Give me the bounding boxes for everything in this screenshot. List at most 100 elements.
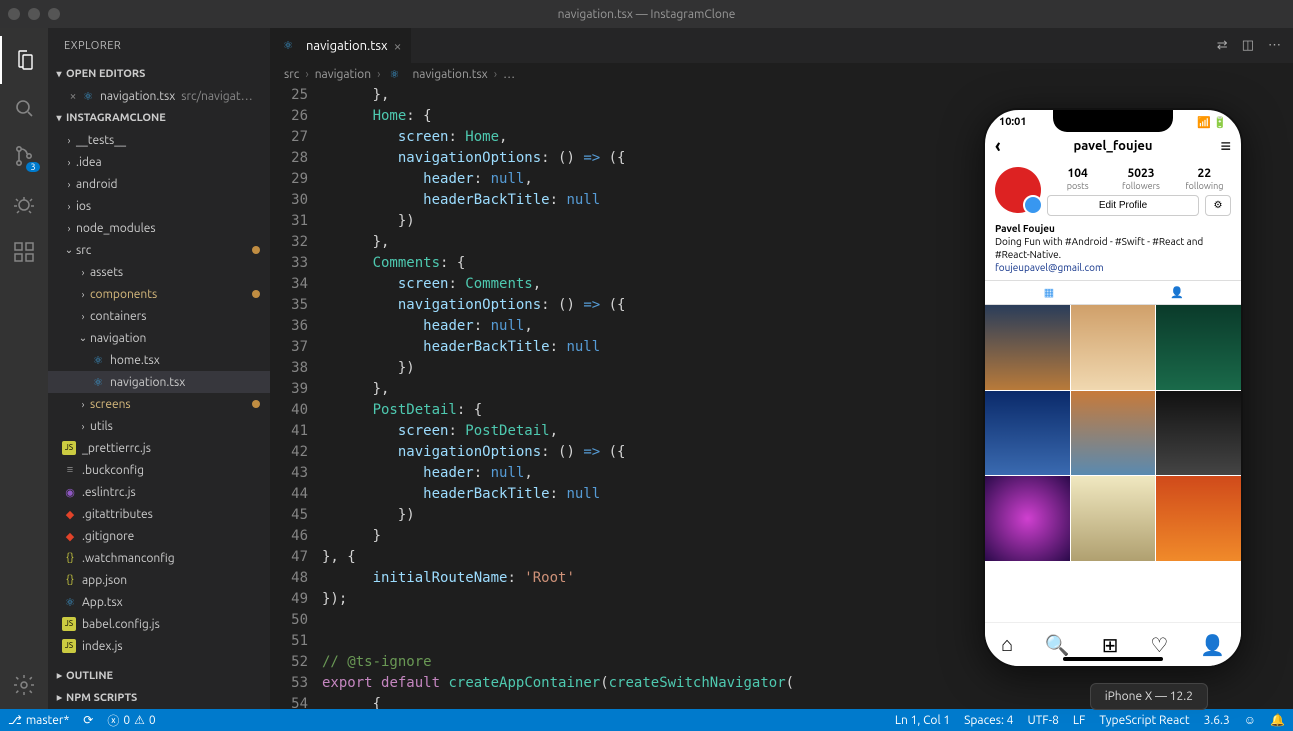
grid-photo[interactable] [985, 476, 1070, 561]
folder-containers[interactable]: ›containers [48, 305, 270, 327]
file-eslintrc[interactable]: ◉.eslintrc.js [48, 481, 270, 503]
file-gitignore[interactable]: ◆.gitignore [48, 525, 270, 547]
folder-assets[interactable]: ›assets [48, 261, 270, 283]
phone-notch [1053, 110, 1173, 132]
line-number-gutter: 2526272829303132333435363738394041424344… [270, 85, 322, 709]
device-label: iPhone X — 12.2 [1090, 683, 1208, 710]
status-sync[interactable]: ⟳ [83, 713, 93, 727]
grid-photo[interactable] [1071, 476, 1156, 561]
device-simulator: 10:01 📶 🔋 ‹ pavel_foujeu ≡ 104posts 5023… [983, 108, 1243, 668]
folder-utils[interactable]: ›utils [48, 415, 270, 437]
explorer-sidebar: EXPLORER ▾OPEN EDITORS × ⚛ navigation.ts… [48, 28, 270, 709]
folder-idea[interactable]: ›.idea [48, 151, 270, 173]
folder-screens[interactable]: ›screens [48, 393, 270, 415]
status-problems[interactable]: ⓧ 0 ⚠ 0 [107, 712, 155, 729]
settings-gear-icon[interactable]: ⚙ [1205, 195, 1231, 216]
folder-node-modules[interactable]: ›node_modules [48, 217, 270, 239]
breadcrumbs[interactable]: src› navigation› ⚛ navigation.tsx› … [270, 63, 1293, 85]
status-branch[interactable]: ⎇ master* [8, 713, 69, 727]
status-indentation[interactable]: Spaces: 4 [964, 714, 1013, 727]
modified-indicator-icon [252, 290, 260, 298]
file-prettierrc[interactable]: JS_prettierrc.js [48, 437, 270, 459]
status-feedback-icon[interactable]: ☺ [1244, 713, 1256, 727]
activity-scm-icon[interactable]: 3 [0, 132, 48, 180]
nav-heart-icon[interactable]: ♡ [1150, 633, 1168, 657]
grid-photo[interactable] [1071, 391, 1156, 476]
window-title: navigation.tsx — InstagramClone [0, 8, 1293, 21]
grid-photo[interactable] [1156, 391, 1241, 476]
folder-tests[interactable]: ›__tests__ [48, 129, 270, 151]
file-buckconfig[interactable]: ≡.buckconfig [48, 459, 270, 481]
activity-search-icon[interactable] [0, 84, 48, 132]
file-index-js[interactable]: JSindex.js [48, 635, 270, 657]
sidebar-title: EXPLORER [48, 28, 270, 63]
folder-ios[interactable]: ›ios [48, 195, 270, 217]
modified-indicator-icon [252, 400, 260, 408]
status-language[interactable]: TypeScript React [1099, 714, 1189, 727]
status-cursor-position[interactable]: Ln 1, Col 1 [895, 714, 950, 727]
outline-header[interactable]: ▾OUTLINE [48, 665, 270, 687]
grid-photo[interactable] [1156, 305, 1241, 390]
editor-area: ⚛ navigation.tsx × ⇄ ◫ ⋯ src› navigation… [270, 28, 1293, 709]
back-icon[interactable]: ‹ [995, 136, 1001, 156]
folder-components[interactable]: ›components [48, 283, 270, 305]
file-gitattributes[interactable]: ◆.gitattributes [48, 503, 270, 525]
file-navigation-tsx[interactable]: ⚛navigation.tsx [48, 371, 270, 393]
grid-photo[interactable] [985, 391, 1070, 476]
tab-close-icon[interactable]: × [394, 38, 402, 54]
window-close-dot[interactable] [8, 8, 20, 20]
file-app-tsx[interactable]: ⚛App.tsx [48, 591, 270, 613]
activity-bar: 3 [0, 28, 48, 709]
window-minimize-dot[interactable] [28, 8, 40, 20]
nav-search-icon[interactable]: 🔍 [1045, 633, 1070, 657]
nav-profile-icon[interactable]: 👤 [1200, 633, 1225, 657]
nav-add-icon[interactable]: ⊞ [1102, 633, 1119, 657]
open-editor-item[interactable]: × ⚛ navigation.tsx src/navigat… [48, 85, 270, 107]
react-file-icon: ⚛ [280, 39, 296, 52]
file-app-json[interactable]: {}app.json [48, 569, 270, 591]
menu-icon[interactable]: ≡ [1220, 136, 1231, 157]
activity-debug-icon[interactable] [0, 180, 48, 228]
tagged-tab-icon[interactable]: 👤 [1113, 281, 1241, 304]
activity-settings-icon[interactable] [0, 661, 48, 709]
profile-email-link[interactable]: foujeupavel@gmail.com [995, 262, 1104, 273]
profile-username: pavel_foujeu [1073, 139, 1152, 153]
compare-changes-icon[interactable]: ⇄ [1217, 38, 1228, 53]
edit-profile-button[interactable]: Edit Profile [1047, 195, 1199, 216]
file-tree: ›__tests__ ›.idea ›android ›ios ›node_mo… [48, 129, 270, 665]
home-indicator [1063, 657, 1163, 661]
split-editor-icon[interactable]: ◫ [1242, 38, 1254, 53]
window-maximize-dot[interactable] [48, 8, 60, 20]
grid-photo[interactable] [1156, 476, 1241, 561]
npm-scripts-header[interactable]: ▾NPM SCRIPTS [48, 687, 270, 709]
activity-explorer-icon[interactable] [0, 36, 48, 84]
photo-grid [985, 305, 1241, 561]
project-header[interactable]: ▾INSTAGRAMCLONE [48, 107, 270, 129]
folder-src[interactable]: ⌄src [48, 239, 270, 261]
grid-photo[interactable] [985, 305, 1070, 390]
grid-tab-icon[interactable]: ▦ [985, 281, 1113, 304]
phone-header: ‹ pavel_foujeu ≡ [985, 131, 1241, 161]
modified-indicator-icon [252, 246, 260, 254]
more-actions-icon[interactable]: ⋯ [1268, 38, 1281, 53]
folder-android[interactable]: ›android [48, 173, 270, 195]
status-ts-version[interactable]: 3.6.3 [1204, 714, 1230, 727]
grid-photo[interactable] [1071, 305, 1156, 390]
open-editors-header[interactable]: ▾OPEN EDITORS [48, 63, 270, 85]
profile-bio: Pavel Foujeu Doing Fun with #Android - #… [985, 222, 1241, 280]
status-bar: ⎇ master* ⟳ ⓧ 0 ⚠ 0 Ln 1, Col 1 Spaces: … [0, 709, 1293, 731]
tab-bar: ⚛ navigation.tsx × ⇄ ◫ ⋯ [270, 28, 1293, 63]
tab-navigation-tsx[interactable]: ⚛ navigation.tsx × [270, 28, 412, 63]
file-watchmanconfig[interactable]: {}.watchmanconfig [48, 547, 270, 569]
titlebar: navigation.tsx — InstagramClone [0, 0, 1293, 28]
status-encoding[interactable]: UTF-8 [1027, 714, 1058, 727]
battery-icon: 📶 🔋 [1197, 116, 1227, 129]
activity-extensions-icon[interactable] [0, 228, 48, 276]
status-bell-icon[interactable]: 🔔 [1270, 713, 1285, 727]
folder-navigation[interactable]: ⌄navigation [48, 327, 270, 349]
file-home-tsx[interactable]: ⚛home.tsx [48, 349, 270, 371]
status-eol[interactable]: LF [1073, 714, 1085, 727]
profile-avatar[interactable] [995, 167, 1041, 213]
file-babel-config[interactable]: JSbabel.config.js [48, 613, 270, 635]
nav-home-icon[interactable]: ⌂ [1001, 632, 1013, 657]
